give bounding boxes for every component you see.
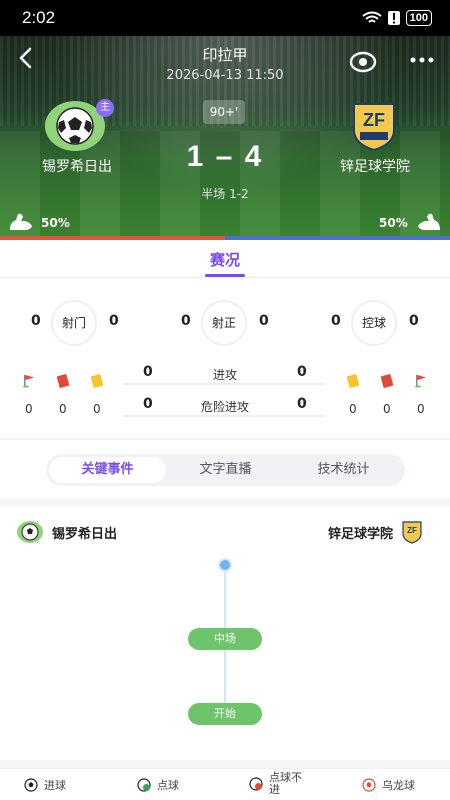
stat-away-value: 0 [259,313,269,329]
follow-button[interactable] [348,50,378,74]
stat-home-value: 0 [31,313,41,329]
attack-away-value: 0 [297,364,307,380]
tab-tech-stats[interactable]: 技术统计 [285,457,402,483]
stat-home-value: 0 [331,313,341,329]
stat-away-value: 0 [409,313,419,329]
legend-penalty: 点球 [137,777,179,793]
wifi-icon [362,11,382,23]
section-divider [0,760,450,768]
tab-key-events[interactable]: 关键事件 [49,457,166,483]
league-name: 印拉甲 [202,46,248,64]
red-card-icon [380,373,394,389]
own-goal-icon [362,778,376,792]
penalty-missed-icon [249,777,263,791]
section-divider [0,499,450,507]
alert-icon [387,11,400,25]
home-possession: 50% [41,216,70,230]
tab-text-live[interactable]: 文字直播 [167,457,284,483]
corner-flag-icon [415,375,426,388]
stat-shots-on-target: 射正 [201,300,247,346]
legend-penalty-missed: 点球不进 [249,772,309,796]
soccer-ball-icon [24,778,38,792]
status-icons: 100 [362,10,432,26]
attack-track [124,383,326,385]
halftime-score: 半场 1-2 [201,187,249,201]
flexed-arm-icon [418,213,440,231]
tab-indicator [205,274,245,277]
match-minute: 90+' [203,100,245,124]
timeline-away-team: 锌足球学院 ZF [328,519,423,545]
corner-flag-icon [23,375,34,388]
legend-own-goal-label: 乌龙球 [382,779,415,792]
event-legend: 进球 点球 点球不进 乌龙球 [0,768,450,800]
attack-stat: 0 进攻 0 [124,364,326,386]
home-corners: 0 [25,402,33,416]
section-divider [0,438,450,440]
home-badge: 主 [96,99,114,117]
event-segment-control: 关键事件 文字直播 技术统计 [46,454,405,486]
match-header: 印拉甲 2026-04-13 11:50 主 锡罗希日出 90+' 1 – 4 … [0,36,450,236]
tab-bar: 赛况 [0,240,450,278]
timeline-dot [218,558,232,572]
dangerous-attack-stat: 0 危险进攻 0 [124,396,326,418]
eye-icon [349,51,377,73]
dangerous-attack-track [124,415,326,417]
svg-text:ZF: ZF [407,526,417,535]
more-icon [410,57,434,63]
dangerous-attack-label: 危险进攻 [200,400,249,414]
red-card-icon [56,373,70,389]
club-crest-icon: ZF [353,103,395,152]
home-red-cards: 0 [59,402,67,416]
timeline-home-team: 锡罗希日出 [16,519,117,545]
penalty-icon [137,778,151,792]
legend-own-goal: 乌龙球 [362,777,415,793]
stats-row: 0 射门 0 0 射正 0 0 控球 0 [0,300,450,346]
away-yellow-cards: 0 [349,402,357,416]
timeline-away-name: 锌足球学院 [328,526,394,542]
away-corners: 0 [417,402,425,416]
club-crest-icon: ZF [402,521,422,544]
soccer-ball-icon [17,521,43,543]
legend-penalty-label: 点球 [157,779,179,792]
stat-shots: 射门 [51,300,97,346]
svg-text:ZF: ZF [363,110,385,130]
dangerous-attack-away-value: 0 [297,396,307,412]
stat-home-value: 0 [181,313,191,329]
stat-away-value: 0 [109,313,119,329]
legend-goal: 进球 [24,777,66,793]
legend-penalty-missed-label: 点球不进 [269,771,302,796]
yellow-card-icon [90,373,104,389]
away-team-name[interactable]: 锌足球学院 [320,156,430,176]
legend-goal-label: 进球 [44,779,66,792]
timeline-home-name: 锡罗希日出 [52,526,118,542]
stat-possession: 控球 [351,300,397,346]
status-bar: 2:02 100 [0,0,450,36]
home-yellow-cards: 0 [93,402,101,416]
timeline-event-halftime: 中场 [188,628,262,650]
match-datetime: 2026-04-13 11:50 [166,68,284,83]
tab-match-status[interactable]: 赛况 [0,249,450,270]
status-time: 2:02 [22,8,56,27]
away-red-cards: 0 [383,402,391,416]
battery-icon: 100 [405,10,432,26]
flexed-arm-icon [10,213,32,231]
yellow-card-icon [346,373,360,389]
attack-label: 进攻 [212,368,237,382]
away-team-logo[interactable]: ZF [348,100,400,152]
timeline-event-kickoff: 开始 [188,703,262,725]
away-possession: 50% [379,216,408,230]
more-button[interactable] [407,48,437,72]
